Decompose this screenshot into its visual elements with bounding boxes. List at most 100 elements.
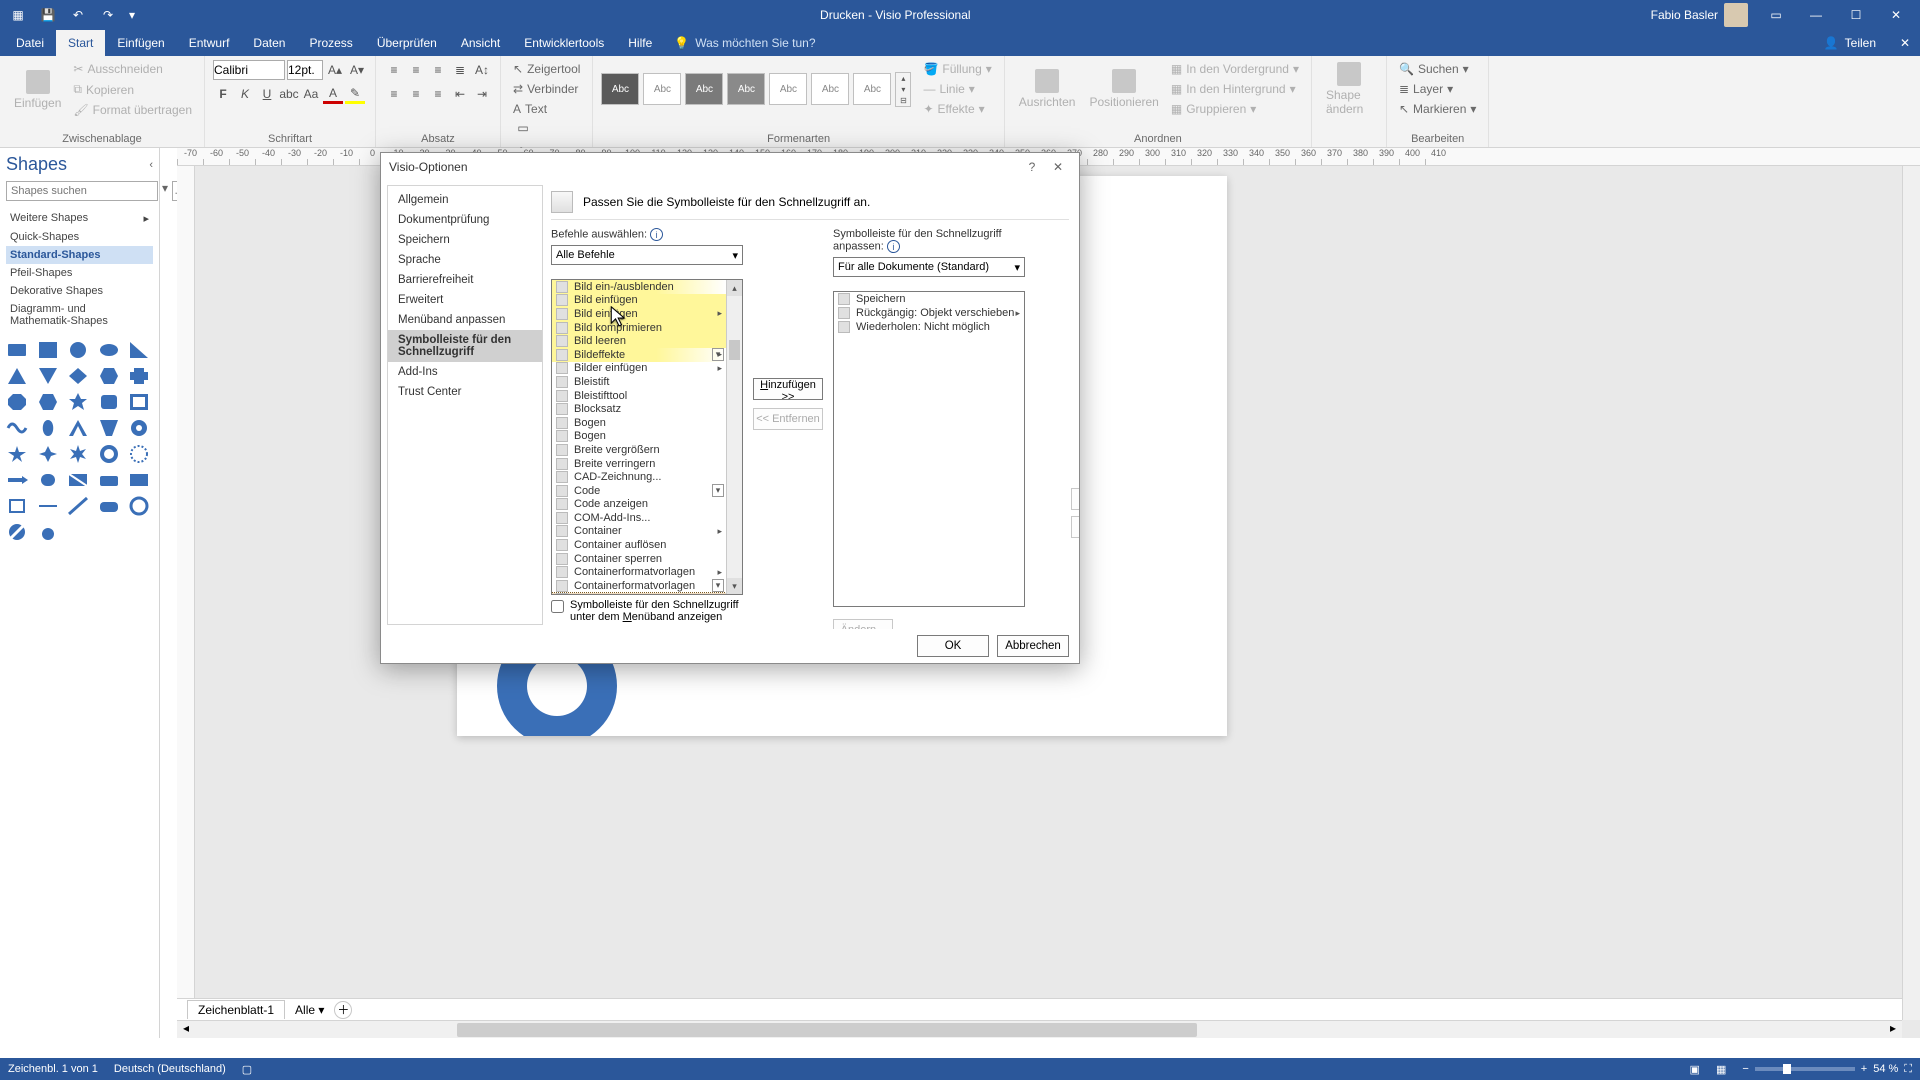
tell-me[interactable]: 💡 Was möchten Sie tun? bbox=[664, 30, 815, 56]
command-item[interactable]: Bilder einfügen▸ bbox=[552, 362, 726, 376]
command-item[interactable]: Bild einfügen bbox=[552, 294, 726, 308]
shape-stencil[interactable] bbox=[128, 392, 150, 412]
shape-stencil[interactable] bbox=[6, 392, 28, 412]
shape-stencil[interactable] bbox=[37, 366, 59, 386]
shape-stencil[interactable] bbox=[98, 392, 120, 412]
style-1[interactable]: Abc bbox=[601, 73, 639, 105]
bring-front-button[interactable]: ▦In den Vordergrund ▾ bbox=[1167, 60, 1303, 78]
current-commands-list[interactable]: SpeichernRückgängig: Objekt verschieben▸… bbox=[833, 291, 1025, 607]
scroll-left-icon[interactable]: ◂ bbox=[177, 1021, 195, 1038]
shape-stencil[interactable] bbox=[67, 496, 89, 516]
shape-stencil[interactable] bbox=[128, 366, 150, 386]
dialog-nav-item[interactable]: Barrierefreiheit bbox=[388, 270, 542, 290]
style-gallery-more-icon[interactable]: ⊟ bbox=[896, 95, 910, 106]
qat-item[interactable]: Wiederholen: Nicht möglich bbox=[834, 320, 1024, 334]
command-item[interactable]: Bogen bbox=[552, 416, 726, 430]
fill-button[interactable]: 🪣Füllung ▾ bbox=[919, 60, 995, 78]
style-gallery-up-icon[interactable]: ▴ bbox=[896, 73, 910, 84]
shape-stencil[interactable] bbox=[128, 340, 150, 360]
save-icon[interactable]: 💾 bbox=[34, 3, 62, 27]
shape-stencil[interactable] bbox=[6, 470, 28, 490]
command-item[interactable]: CAD-Zeichnung... bbox=[552, 470, 726, 484]
macro-record-icon[interactable]: ▢ bbox=[242, 1063, 252, 1076]
user-account[interactable]: Fabio Basler bbox=[1651, 3, 1748, 27]
connector-tool[interactable]: ⇄Verbinder bbox=[509, 80, 584, 98]
scroll-right-icon[interactable]: ▸ bbox=[1884, 1021, 1902, 1038]
font-size-combo[interactable] bbox=[287, 60, 323, 80]
shape-stencil[interactable] bbox=[98, 418, 120, 438]
shape-stencil[interactable] bbox=[6, 444, 28, 464]
shape-stencil[interactable] bbox=[98, 496, 120, 516]
shape-stencil[interactable] bbox=[67, 340, 89, 360]
view-presentation-icon[interactable]: ▣ bbox=[1690, 1063, 1700, 1076]
shape-stencil[interactable] bbox=[98, 470, 120, 490]
command-item[interactable]: Container▸ bbox=[552, 525, 726, 539]
scrollbar-vertical[interactable] bbox=[1902, 166, 1920, 1020]
cut-button[interactable]: ✂Ausschneiden bbox=[69, 60, 196, 78]
dialog-nav-item[interactable]: Sprache bbox=[388, 250, 542, 270]
page-indicator[interactable]: Zeichenbl. 1 von 1 bbox=[8, 1063, 98, 1075]
list-scrollbar[interactable]: ▴ ▾ bbox=[726, 280, 742, 594]
minimize-icon[interactable]: — bbox=[1796, 0, 1836, 30]
move-down-button[interactable]: ▾ bbox=[1071, 516, 1079, 538]
shape-stencil[interactable] bbox=[67, 444, 89, 464]
shape-category[interactable]: Pfeil-Shapes bbox=[6, 264, 153, 282]
shape-stencil[interactable] bbox=[6, 522, 28, 542]
italic-button[interactable]: K bbox=[235, 84, 255, 104]
command-item[interactable]: Breite vergrößern bbox=[552, 443, 726, 457]
close-icon[interactable]: ✕ bbox=[1876, 0, 1916, 30]
shape-stencil[interactable] bbox=[67, 470, 89, 490]
align-middle-icon[interactable]: ≡ bbox=[406, 60, 426, 80]
tab-help[interactable]: Hilfe bbox=[616, 30, 664, 56]
command-item[interactable]: Container auflösen bbox=[552, 538, 726, 552]
tab-file[interactable]: Datei bbox=[4, 30, 56, 56]
command-item[interactable]: COM-Add-Ins... bbox=[552, 511, 726, 525]
dialog-nav-item[interactable]: Trust Center bbox=[388, 382, 542, 402]
bullets-icon[interactable]: ≣ bbox=[450, 60, 470, 80]
shape-category[interactable]: Quick-Shapes bbox=[6, 228, 153, 246]
command-item[interactable]: Breite verringern bbox=[552, 457, 726, 471]
shapes-search-input[interactable] bbox=[6, 181, 158, 201]
command-item[interactable]: Container sperren bbox=[552, 552, 726, 566]
qat-customize-icon[interactable]: ▾ bbox=[124, 3, 140, 27]
position-button[interactable]: Positionieren bbox=[1083, 67, 1164, 111]
command-item[interactable]: Bild ein-/ausblenden bbox=[552, 280, 726, 294]
scroll-thumb[interactable] bbox=[729, 340, 740, 360]
customize-for-combo[interactable]: Für alle Dokumente (Standard)▾ bbox=[833, 257, 1025, 277]
language-indicator[interactable]: Deutsch (Deutschland) bbox=[114, 1063, 226, 1075]
indent-dec-icon[interactable]: ⇤ bbox=[450, 84, 470, 104]
align-top-icon[interactable]: ≡ bbox=[384, 60, 404, 80]
send-back-button[interactable]: ▦In den Hintergrund ▾ bbox=[1167, 80, 1303, 98]
scroll-down-icon[interactable]: ▾ bbox=[727, 578, 742, 594]
style-7[interactable]: Abc bbox=[853, 73, 891, 105]
text-direction-icon[interactable]: A↕ bbox=[472, 60, 492, 80]
qat-item[interactable]: Speichern bbox=[834, 292, 1024, 306]
select-button[interactable]: ↖Markieren ▾ bbox=[1395, 100, 1480, 118]
ribbon-display-icon[interactable]: ▭ bbox=[1756, 0, 1796, 30]
dialog-nav-item[interactable]: Symbolleiste für den Schnellzugriff bbox=[388, 330, 542, 362]
dialog-nav-item[interactable]: Menüband anpassen bbox=[388, 310, 542, 330]
qat-item[interactable]: Rückgängig: Objekt verschieben▸ bbox=[834, 306, 1024, 320]
style-6[interactable]: Abc bbox=[811, 73, 849, 105]
available-commands-list[interactable]: Bild ein-/ausblendenBild einfügenBild ei… bbox=[551, 279, 743, 595]
shape-stencil[interactable] bbox=[37, 444, 59, 464]
style-3[interactable]: Abc bbox=[685, 73, 723, 105]
align-bottom-icon[interactable]: ≡ bbox=[428, 60, 448, 80]
strike-button[interactable]: abc bbox=[279, 84, 299, 104]
redo-icon[interactable]: ↷ bbox=[94, 3, 122, 27]
effects-button[interactable]: ✦Effekte ▾ bbox=[919, 100, 995, 118]
dialog-titlebar[interactable]: Visio-Optionen ? ✕ bbox=[381, 153, 1079, 181]
commands-from-combo[interactable]: Alle Befehle▾ bbox=[551, 245, 743, 265]
shape-stencil[interactable] bbox=[98, 366, 120, 386]
shape-category[interactable]: Diagramm- und Mathematik-Shapes bbox=[6, 300, 153, 330]
find-button[interactable]: 🔍Suchen ▾ bbox=[1395, 60, 1480, 78]
shape-stencil[interactable] bbox=[37, 522, 59, 542]
shape-stencil[interactable] bbox=[128, 470, 150, 490]
copy-button[interactable]: ⧉Kopieren bbox=[69, 80, 196, 99]
group-button[interactable]: ▦Gruppieren ▾ bbox=[1167, 100, 1303, 118]
paste-button[interactable]: Einfügen bbox=[8, 68, 67, 112]
command-item[interactable]: Containerformatvorlagen▸ bbox=[552, 565, 726, 579]
move-up-button[interactable]: ▴ bbox=[1071, 488, 1079, 510]
zoom-out-icon[interactable]: − bbox=[1742, 1063, 1748, 1075]
undo-icon[interactable]: ↶ bbox=[64, 3, 92, 27]
